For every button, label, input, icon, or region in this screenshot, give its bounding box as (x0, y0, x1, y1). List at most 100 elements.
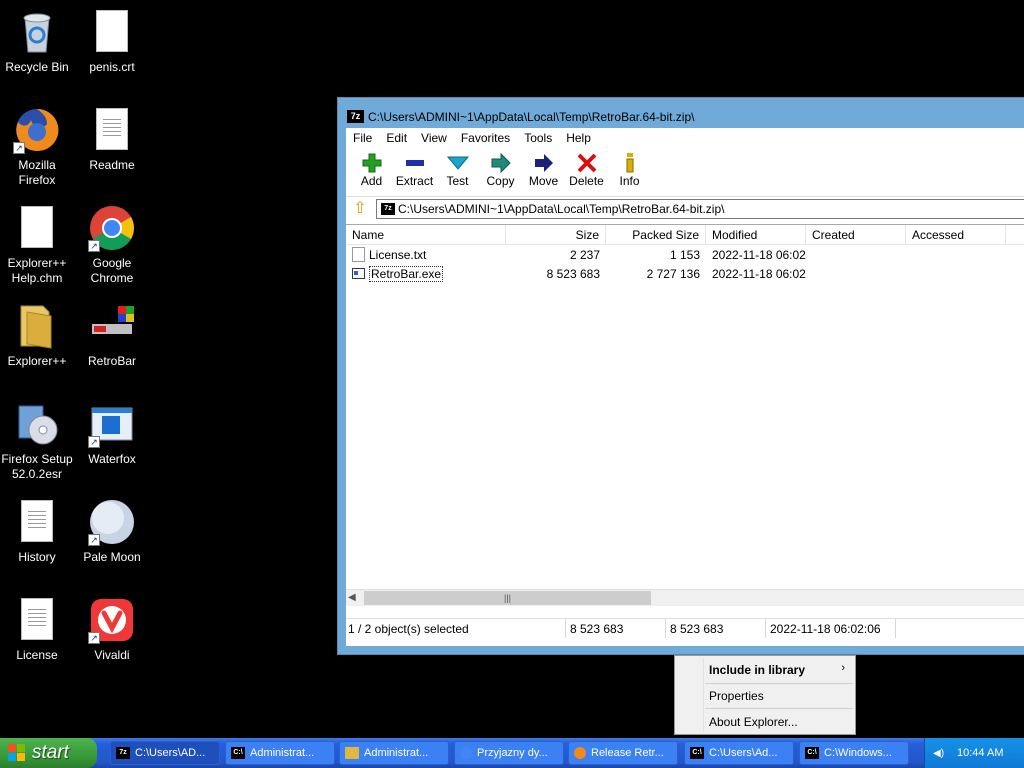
start-button[interactable]: start (0, 738, 97, 768)
file-modified: 2022-11-18 06:02 (712, 247, 806, 262)
taskbar: start 7z C:\Users\AD... C:\ Administrat.… (0, 738, 1024, 768)
chrome-icon: ↗ (88, 204, 136, 252)
volume-icon[interactable]: ◀) (933, 748, 944, 759)
chrome-icon (460, 747, 472, 759)
desktop-icon-retrobar[interactable]: RetroBar (74, 302, 150, 369)
desktop-icon-mozilla-firefox[interactable]: ↗ Mozilla Firefox (0, 106, 75, 188)
desktop-icon-readme[interactable]: Readme (74, 106, 150, 173)
move-button[interactable]: Move (522, 148, 565, 196)
column-created[interactable]: Created (806, 225, 906, 244)
desktop-icon-waterfox[interactable]: ↗ Waterfox (74, 400, 150, 467)
desktop-icon-google-chrome[interactable]: ↗ Google Chrome (74, 204, 150, 286)
copy-icon (479, 152, 522, 174)
table-row[interactable]: RetroBar.exe 8 523 683 2 727 136 2022-11… (346, 264, 1024, 283)
extract-button[interactable]: Extract (393, 148, 436, 196)
menu-view[interactable]: View (414, 128, 454, 148)
7zip-app-icon: 7z (347, 110, 364, 123)
desktop-icon-vivaldi[interactable]: ↗ Vivaldi (74, 596, 150, 663)
file-icon (88, 8, 136, 56)
recycle-bin-icon (13, 8, 61, 56)
address-bar: ⇧ 7z C:\Users\ADMINI~1\AppData\Local\Tem… (346, 196, 1024, 220)
desktop-icon-label: Firefox Setup 52.0.2esr (1, 452, 73, 481)
address-field[interactable]: 7z C:\Users\ADMINI~1\AppData\Local\Temp\… (376, 198, 1024, 219)
menu-help[interactable]: Help (559, 128, 598, 148)
file-name-cell: License.txt (346, 247, 506, 262)
desktop-icon-label: Google Chrome (90, 256, 134, 285)
shortcut-arrow-icon: ↗ (13, 142, 25, 154)
taskbar-item-label: Release Retr... (591, 747, 664, 759)
exe-file-icon (352, 268, 365, 279)
menu-tools[interactable]: Tools (517, 128, 559, 148)
taskbar-item-firefox[interactable]: Release Retr... (568, 741, 678, 765)
start-label: start (32, 742, 69, 763)
menu-edit[interactable]: Edit (379, 128, 414, 148)
file-packed-size: 2 727 136 (646, 266, 700, 281)
menu-item-properties[interactable]: Properties (709, 689, 764, 703)
title-bar[interactable]: 7z C:\Users\ADMINI~1\AppData\Local\Temp\… (338, 98, 1024, 128)
address-text: C:\Users\ADMINI~1\AppData\Local\Temp\Ret… (398, 201, 725, 216)
waterfox-icon: ↗ (88, 400, 136, 448)
horizontal-scrollbar[interactable]: ◀ ||| (346, 589, 1024, 606)
table-row[interactable]: License.txt 2 237 1 153 2022-11-18 06:02 (346, 245, 1024, 264)
test-button[interactable]: Test (436, 148, 479, 196)
pale-moon-icon: ↗ (88, 498, 136, 546)
desktop-icon-label: Waterfox (88, 452, 136, 466)
text-file-icon (352, 247, 365, 262)
desktop-icon-explorer-help[interactable]: Explorer++ Help.chm (0, 204, 75, 286)
clock[interactable]: 10:44 AM (957, 747, 1003, 759)
context-menu: Include in library › Properties About Ex… (674, 655, 856, 735)
info-button[interactable]: Info (608, 148, 651, 196)
column-modified[interactable]: Modified (706, 225, 806, 244)
file-name: License.txt (369, 247, 427, 262)
desktop-icon-license[interactable]: License (0, 596, 75, 663)
taskbar-item-console-windows[interactable]: C:\ C:\Windows... (799, 741, 909, 765)
scrollbar-thumb[interactable]: ||| (364, 591, 651, 605)
firefox-icon: ↗ (13, 106, 61, 154)
column-headers: Name Size Packed Size Modified Created A… (346, 225, 1024, 245)
toolbar: Add Extract Test Copy Move Delete Info (346, 148, 1024, 196)
status-modified: 2022-11-18 06:02:06 (766, 619, 896, 638)
installer-icon (13, 400, 61, 448)
scroll-left-icon[interactable]: ◀ (348, 592, 356, 603)
move-icon (522, 152, 565, 174)
7zip-window[interactable]: 7z C:\Users\ADMINI~1\AppData\Local\Temp\… (337, 97, 1024, 655)
taskbar-item-admin-console[interactable]: C:\ Administrat... (225, 741, 335, 765)
add-button[interactable]: Add (350, 148, 393, 196)
file-name: RetroBar.exe (369, 265, 444, 282)
column-packed-size[interactable]: Packed Size (606, 225, 706, 244)
menu-bar: File Edit View Favorites Tools Help (346, 128, 1024, 148)
taskbar-item-chrome[interactable]: Przyjazny dy... (454, 741, 564, 765)
file-list[interactable]: Name Size Packed Size Modified Created A… (346, 224, 1024, 606)
desktop-icon-explorer-plus[interactable]: Explorer++ (0, 302, 75, 369)
file-name-cell: RetroBar.exe (346, 265, 506, 282)
column-name[interactable]: Name (346, 225, 506, 244)
taskbar-item-console-users[interactable]: C:\ C:\Users\Ad... (684, 741, 794, 765)
desktop-icon-label: Readme (89, 158, 135, 172)
menu-separator (705, 683, 853, 684)
desktop-icon-penis-crt[interactable]: penis.crt (74, 8, 150, 75)
submenu-arrow-icon: › (841, 662, 845, 674)
desktop-icon-label: Mozilla Firefox (18, 158, 56, 187)
status-packed: 8 523 683 (666, 619, 766, 638)
menu-item-about-explorer[interactable]: About Explorer... (709, 715, 798, 729)
desktop-icon-firefox-setup[interactable]: Firefox Setup 52.0.2esr (0, 400, 75, 482)
desktop-icon-history[interactable]: History (0, 498, 75, 565)
column-accessed[interactable]: Accessed (906, 225, 1006, 244)
console-icon: C:\ (805, 747, 819, 759)
menu-favorites[interactable]: Favorites (454, 128, 517, 148)
desktop-icon-recycle-bin[interactable]: Recycle Bin (0, 8, 75, 75)
shortcut-arrow-icon: ↗ (88, 436, 100, 448)
taskbar-item-7zip[interactable]: 7z C:\Users\AD... (110, 741, 220, 765)
menu-item-include-in-library[interactable]: Include in library (709, 663, 805, 677)
column-size[interactable]: Size (506, 225, 606, 244)
desktop-icon-label: Vivaldi (94, 648, 130, 662)
menu-file[interactable]: File (346, 128, 379, 148)
up-folder-icon[interactable]: ⇧ (350, 200, 370, 218)
retrobar-icon (88, 302, 136, 350)
taskbar-item-admin-folder[interactable]: Administrat... (339, 741, 449, 765)
desktop-icon-pale-moon[interactable]: ↗ Pale Moon (74, 498, 150, 565)
firefox-icon (574, 747, 586, 759)
file-size: 2 237 (569, 247, 600, 262)
delete-button[interactable]: Delete (565, 148, 608, 196)
copy-button[interactable]: Copy (479, 148, 522, 196)
